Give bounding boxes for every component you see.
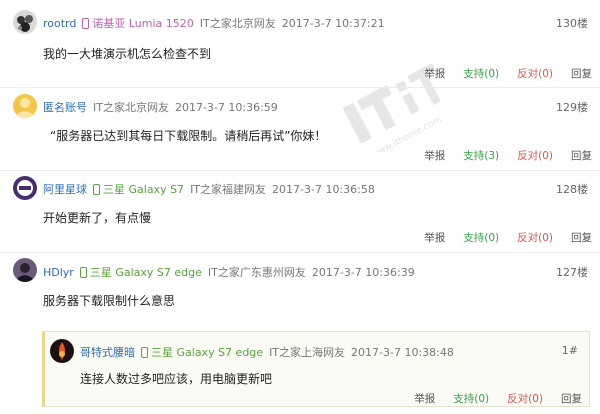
report-button[interactable]: 举报 (424, 66, 445, 81)
username[interactable]: HDlyr (43, 266, 74, 279)
oppose-button[interactable]: 反对(0) (517, 148, 553, 163)
timestamp: 2017-3-7 10:36:58 (272, 182, 375, 196)
floor-number: 129楼 (556, 101, 588, 114)
username[interactable]: 阿里星球 (43, 181, 87, 197)
floor-number: 1# (561, 344, 578, 357)
comment-text: 我的一大堆演示机怎么检查不到 (43, 47, 212, 61)
divider (0, 252, 600, 253)
timestamp: 2017-3-7 10:37:21 (281, 16, 385, 30)
source: IT之家北京网友 (199, 17, 276, 30)
support-button[interactable]: 支持(0) (453, 391, 489, 406)
timestamp: 2017-3-7 10:36:39 (311, 265, 415, 279)
report-button[interactable]: 举报 (424, 230, 445, 245)
source: IT之家上海网友 (269, 346, 346, 359)
reply-button[interactable]: 回复 (571, 230, 592, 245)
comment-text: “服务器已达到其每日下载限制。请稍后再试”你妹！ (50, 129, 327, 143)
oppose-button[interactable]: 反对(0) (507, 391, 543, 406)
report-button[interactable]: 举报 (414, 391, 435, 406)
divider (0, 87, 600, 88)
divider (0, 170, 600, 171)
phone-icon (82, 17, 90, 29)
floor-number: 127楼 (556, 266, 588, 279)
device-tag: 三星 Galaxy S7 edge (79, 264, 202, 280)
source: IT之家北京网友 (93, 101, 169, 114)
username[interactable]: 哥特式腰暗 (80, 344, 135, 360)
timestamp: 2017-3-7 10:38:48 (351, 345, 454, 359)
comment-text: 连接人数过多吧应该，用电脑更新吧 (80, 372, 273, 386)
source: IT之家广东惠州网友 (207, 266, 306, 279)
username[interactable]: rootrd (43, 17, 76, 30)
reply-button[interactable]: 回复 (561, 391, 582, 406)
phone-icon (79, 266, 87, 278)
timestamp: 2017-3-7 10:36:59 (174, 100, 278, 114)
device-tag: 三星 Galaxy S7 (93, 181, 184, 197)
avatar[interactable] (13, 10, 37, 34)
phone-icon (93, 183, 100, 195)
username[interactable]: 匿名账号 (43, 99, 87, 115)
phone-icon (141, 346, 148, 358)
device-tag: 诺基亚 Lumia 1520 (82, 15, 194, 31)
support-button[interactable]: 支持(3) (463, 148, 499, 163)
oppose-button[interactable]: 反对(0) (517, 66, 553, 81)
source: IT之家福建网友 (190, 183, 267, 196)
device-tag: 三星 Galaxy S7 edge (141, 344, 263, 360)
avatar[interactable] (50, 339, 74, 363)
comment-text: 服务器下载限制什么意思 (43, 294, 176, 308)
comment-text: 开始更新了，有点慢 (43, 211, 152, 225)
oppose-button[interactable]: 反对(0) (517, 230, 553, 245)
avatar[interactable] (13, 94, 37, 118)
support-button[interactable]: 支持(0) (463, 230, 499, 245)
reply-button[interactable]: 回复 (571, 148, 592, 163)
report-button[interactable]: 举报 (424, 148, 445, 163)
floor-number: 130楼 (556, 17, 588, 30)
support-button[interactable]: 支持(0) (463, 66, 499, 81)
reply-button[interactable]: 回复 (571, 66, 592, 81)
avatar[interactable] (13, 176, 37, 200)
floor-number: 128楼 (556, 183, 588, 196)
avatar[interactable] (13, 258, 37, 282)
